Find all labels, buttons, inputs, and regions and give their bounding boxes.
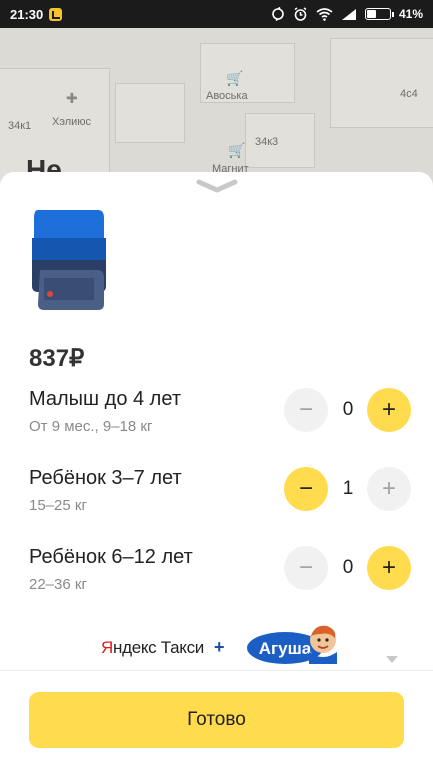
minus-icon: − [298, 554, 313, 581]
alarm-icon [294, 6, 307, 21]
seat-option-subtitle: 22–36 кг [29, 576, 87, 593]
collapse-chevron-icon[interactable] [196, 178, 238, 194]
minus-icon: − [298, 396, 313, 423]
signal-icon [341, 8, 356, 20]
partner-plus: + [214, 637, 225, 657]
seat-count: 0 [342, 557, 354, 578]
plus-icon: + [381, 396, 396, 423]
map-building [330, 38, 433, 128]
seat-option-title: Ребёнок 6–12 лет [29, 546, 193, 568]
status-bar: 21:30 41% [0, 0, 433, 28]
seat-option-subtitle: 15–25 кг [29, 497, 87, 514]
yandex-taxi-logo: Яндекс Такси [101, 638, 204, 658]
map-label: Хэлиюс [52, 116, 92, 128]
done-button[interactable]: Готово [29, 692, 404, 748]
map-label: Авоська [206, 90, 248, 102]
price: 837₽ [29, 345, 85, 372]
seat-count: 1 [342, 478, 354, 499]
seat-option-title: Ребёнок 3–7 лет [29, 467, 182, 489]
map-label: 34к3 [255, 136, 279, 148]
decrement-button[interactable]: − [284, 388, 328, 432]
yandex-taxi-logo-initial: Я [101, 638, 113, 657]
map-shop-icon: 🛒 [228, 142, 246, 158]
seat-option-subtitle: От 9 мес., 9–18 кг [29, 418, 153, 435]
minus-icon: − [298, 475, 313, 502]
map[interactable]: ✚ Хэлиюс 🛒 Авоська 34к1 34к3 🛒 Магнит 4с… [0, 28, 433, 188]
sync-icon [272, 7, 284, 21]
svg-text:Агуша: Агуша [259, 639, 312, 658]
increment-button[interactable]: + [367, 467, 411, 511]
yandex-app-icon [49, 7, 63, 21]
seat-count: 0 [342, 399, 354, 420]
map-shop-icon: 🛒 [226, 70, 244, 86]
wifi-icon [316, 7, 333, 21]
divider [0, 670, 433, 671]
map-label: 4с4 [400, 88, 418, 100]
battery-fill [366, 10, 376, 18]
plus-icon: + [381, 554, 396, 581]
child-seat-icon [32, 210, 106, 310]
seat-option-row: Ребёнок 6–12 лет 22–36 кг − 0 + [0, 546, 433, 606]
status-time: 21:30 [10, 6, 44, 22]
yandex-taxi-logo-rest: ндекс Такси [112, 638, 204, 657]
status-icons: 41% [271, 6, 423, 22]
map-building [115, 83, 185, 143]
battery-percentage: 41% [398, 7, 423, 21]
map-poi-plus-icon: ✚ [66, 90, 78, 106]
partner-banner: Яндекс Такси + Агуша [0, 620, 433, 670]
plus-icon: + [381, 475, 396, 502]
seat-option-row: Малыш до 4 лет От 9 мес., 9–18 кг − 0 + [0, 388, 433, 448]
increment-button[interactable]: + [367, 546, 411, 590]
map-label: 34к1 [8, 120, 32, 132]
decrement-button[interactable]: − [284, 467, 328, 511]
scroll-down-indicator-icon [386, 656, 398, 663]
increment-button[interactable]: + [367, 388, 411, 432]
battery-icon [364, 8, 394, 20]
seat-option-title: Малыш до 4 лет [29, 388, 181, 410]
agusha-logo: Агуша [247, 625, 337, 664]
decrement-button[interactable]: − [284, 546, 328, 590]
seat-option-row: Ребёнок 3–7 лет 15–25 кг − 1 + [0, 467, 433, 527]
